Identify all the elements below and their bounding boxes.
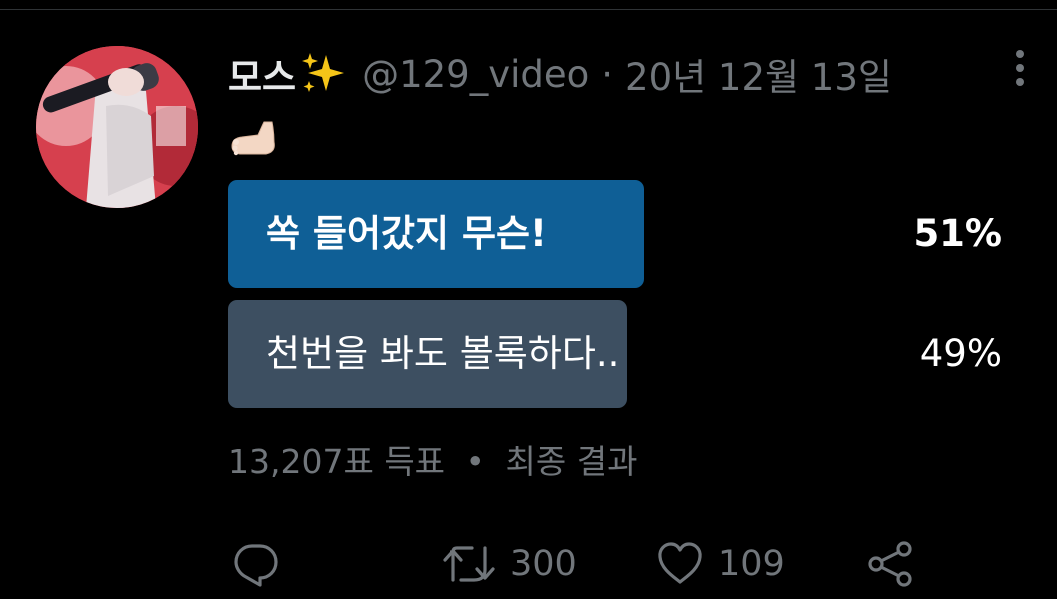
poll-option-label: 천번을 봐도 볼록하다.. (266, 332, 620, 375)
retweet-count: 300 (510, 544, 577, 584)
sparkles-icon (300, 51, 346, 97)
like-button[interactable]: 109 (656, 536, 785, 592)
poll-summary: 13,207표 득표 • 최종 결과 (228, 435, 637, 483)
display-name[interactable]: 모스 (228, 47, 296, 101)
tweet-header: 모스 @129_video · 20년 12월 13일 (228, 48, 892, 100)
heart-icon (658, 542, 702, 584)
poll-status: 최종 결과 (505, 442, 638, 481)
avatar-image (36, 46, 198, 208)
poll-option: 쏙 들어갔지 무슨! 51% (228, 180, 1008, 288)
like-count: 109 (718, 544, 785, 584)
header-separator: · (601, 52, 614, 96)
retweet-icon (443, 546, 495, 582)
avatar[interactable] (36, 46, 198, 208)
action-bar: 300 109 (228, 536, 928, 592)
vote-count: 13,207표 득표 (228, 442, 446, 481)
reply-icon (234, 544, 278, 587)
reply-button[interactable] (232, 536, 280, 592)
summary-bullet: • (465, 442, 486, 481)
foot-icon (231, 121, 275, 156)
poll-option-percent: 51% (913, 212, 1002, 255)
timestamp[interactable]: 20년 12월 13일 (625, 47, 892, 101)
share-icon (868, 541, 912, 587)
tweet-text (228, 118, 284, 158)
poll-option-percent: 49% (919, 332, 1002, 375)
share-button[interactable] (866, 536, 914, 592)
more-options-icon[interactable] (1008, 48, 1032, 88)
user-handle[interactable]: @129_video (362, 53, 589, 96)
poll-option: 천번을 봐도 볼록하다.. 49% (228, 300, 1008, 408)
retweet-button[interactable]: 300 (442, 536, 577, 592)
poll-option-label: 쏙 들어갔지 무슨! (266, 212, 547, 255)
top-divider (0, 9, 1057, 10)
